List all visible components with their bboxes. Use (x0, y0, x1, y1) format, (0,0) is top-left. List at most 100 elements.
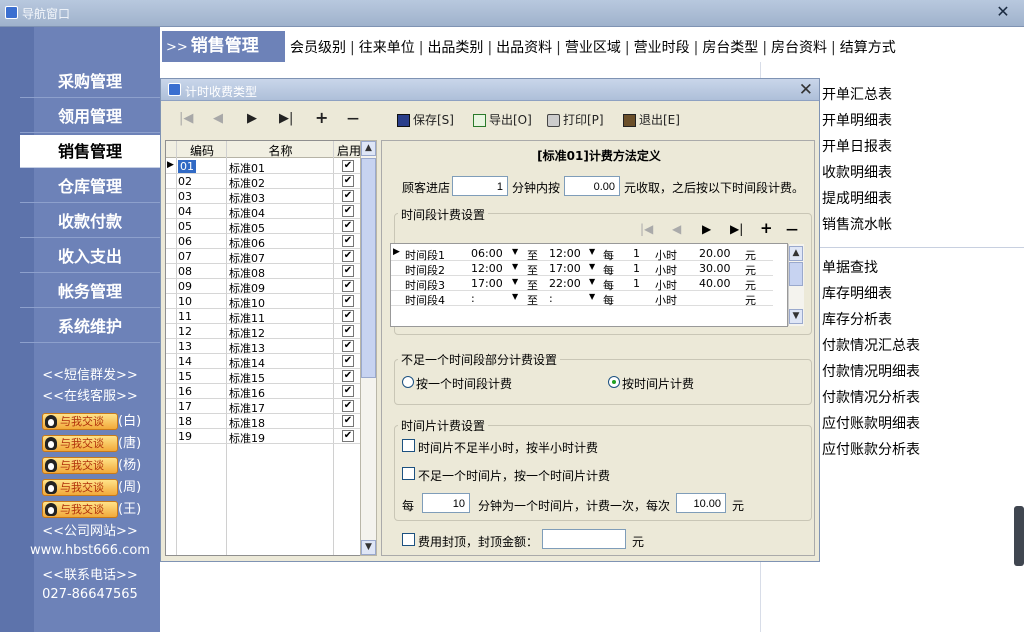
row-enabled-checkbox[interactable]: ✔ (342, 385, 354, 397)
delete-record-button[interactable]: — (347, 111, 359, 125)
row-enabled-checkbox[interactable]: ✔ (342, 430, 354, 442)
scroll-up-icon[interactable]: ▲ (361, 141, 376, 156)
entry-amount-input[interactable] (564, 176, 620, 196)
dropdown-arrow-icon[interactable]: ▼ (589, 247, 595, 256)
segment-qty[interactable]: 1 (633, 247, 640, 260)
scroll-up-icon[interactable]: ▲ (789, 246, 803, 261)
table-row[interactable]: 08 标准08 ✔ (166, 264, 362, 280)
row-enabled-checkbox[interactable]: ✔ (342, 340, 354, 352)
dropdown-arrow-icon[interactable]: ▼ (512, 262, 518, 271)
scroll-thumb[interactable] (361, 158, 376, 378)
report-link[interactable]: 销售流水帐 (822, 214, 892, 234)
save-button[interactable]: 保存[S] (397, 111, 454, 128)
segment-start[interactable]: 12:00 (471, 262, 503, 275)
qq-chat-button[interactable]: 与我交谈 (42, 413, 118, 430)
half-hour-checkbox[interactable] (402, 439, 415, 452)
scroll-down-icon[interactable]: ▼ (789, 309, 803, 324)
scroll-down-icon[interactable]: ▼ (361, 540, 376, 555)
table-row[interactable]: 05 标准05 ✔ (166, 219, 362, 235)
nav-link-partners[interactable]: 往来单位 (359, 40, 415, 56)
segment-start[interactable]: : (471, 292, 475, 305)
table-row[interactable]: 14 标准14 ✔ (166, 354, 362, 370)
row-enabled-checkbox[interactable]: ✔ (342, 400, 354, 412)
segment-row[interactable]: ▶ 时间段1 06:00 至 12:00 每 1 小时 20.00 元 ▼ ▼ (391, 246, 773, 262)
segment-price[interactable]: 30.00 (699, 262, 731, 275)
nav-link-member-level[interactable]: 会员级别 (290, 40, 346, 56)
segment-qty[interactable]: 1 (633, 277, 640, 290)
grid-scrollbar[interactable]: ▲ ▼ (360, 140, 377, 556)
grid-header-code[interactable]: 编码 (178, 142, 226, 159)
report-link[interactable]: 提成明细表 (822, 188, 892, 208)
nav-link-settlement[interactable]: 结算方式 (840, 40, 896, 56)
row-enabled-checkbox[interactable]: ✔ (342, 280, 354, 292)
sidebar-item-warehouse[interactable]: 仓库管理 (20, 170, 160, 203)
segment-qty[interactable]: 1 (633, 262, 640, 275)
nav-link-business-hours[interactable]: 营业时段 (634, 40, 690, 56)
dropdown-arrow-icon[interactable]: ▼ (589, 277, 595, 286)
nav-link-room-type[interactable]: 房台类型 (702, 40, 758, 56)
first-record-button[interactable]: |◀ (179, 111, 193, 126)
nav-link-product-category[interactable]: 出品类别 (427, 40, 483, 56)
window-close-icon[interactable]: ✕ (994, 3, 1012, 21)
dropdown-arrow-icon[interactable]: ▼ (589, 292, 595, 301)
report-link[interactable]: 开单汇总表 (822, 84, 892, 104)
seg-prev-button[interactable]: ◀ (672, 222, 681, 236)
sms-link[interactable]: <<短信群发>> (10, 364, 170, 383)
row-enabled-checkbox[interactable]: ✔ (342, 205, 354, 217)
segment-row[interactable]: 时间段3 17:00 至 22:00 每 1 小时 40.00 元 ▼ ▼ (391, 276, 773, 292)
segment-end[interactable]: 12:00 (549, 247, 581, 260)
exit-button[interactable]: 退出[E] (623, 111, 680, 128)
row-enabled-checkbox[interactable]: ✔ (342, 160, 354, 172)
nav-link-business-area[interactable]: 营业区域 (565, 40, 621, 56)
sidebar-item-system[interactable]: 系统维护 (20, 310, 160, 343)
sidebar-item-accounts[interactable]: 帐务管理 (20, 275, 160, 308)
dropdown-arrow-icon[interactable]: ▼ (589, 262, 595, 271)
table-row[interactable]: 19 标准19 ✔ (166, 429, 362, 445)
seg-first-button[interactable]: |◀ (640, 222, 653, 236)
table-row[interactable]: 04 标准04 ✔ (166, 204, 362, 220)
table-row[interactable]: ▶ 01 标准01 ✔ (166, 159, 362, 175)
row-enabled-checkbox[interactable]: ✔ (342, 325, 354, 337)
table-row[interactable]: 17 标准17 ✔ (166, 399, 362, 415)
table-row[interactable]: 07 标准07 ✔ (166, 249, 362, 265)
sidebar-item-requisition[interactable]: 领用管理 (20, 100, 160, 133)
per-slice-radio[interactable] (608, 376, 620, 388)
report-link[interactable]: 开单日报表 (822, 136, 892, 156)
report-link[interactable]: 付款情况明细表 (822, 361, 920, 381)
row-enabled-checkbox[interactable]: ✔ (342, 310, 354, 322)
qq-chat-button[interactable]: 与我交谈 (42, 435, 118, 452)
scroll-thumb[interactable] (789, 262, 803, 286)
export-button[interactable]: 导出[O] (473, 111, 532, 128)
row-enabled-checkbox[interactable]: ✔ (342, 370, 354, 382)
sidebar-item-payments[interactable]: 收款付款 (20, 205, 160, 238)
report-link[interactable]: 付款情况汇总表 (822, 335, 920, 355)
row-enabled-checkbox[interactable]: ✔ (342, 265, 354, 277)
table-row[interactable]: 13 标准13 ✔ (166, 339, 362, 355)
row-enabled-checkbox[interactable]: ✔ (342, 220, 354, 232)
dropdown-arrow-icon[interactable]: ▼ (512, 292, 518, 301)
sidebar-item-sales[interactable]: 销售管理 (20, 135, 160, 168)
row-enabled-checkbox[interactable]: ✔ (342, 235, 354, 247)
report-link[interactable]: 库存分析表 (822, 309, 892, 329)
per-segment-radio[interactable] (402, 376, 414, 388)
dropdown-arrow-icon[interactable]: ▼ (512, 247, 518, 256)
row-enabled-checkbox[interactable]: ✔ (342, 295, 354, 307)
nav-link-room-data[interactable]: 房台资料 (771, 40, 827, 56)
table-row[interactable]: 18 标准18 ✔ (166, 414, 362, 430)
report-link[interactable]: 库存明细表 (822, 283, 892, 303)
table-row[interactable]: 16 标准16 ✔ (166, 384, 362, 400)
full-slice-checkbox[interactable] (402, 467, 415, 480)
website-link[interactable]: www.hbst666.com (10, 543, 170, 558)
qq-chat-button[interactable]: 与我交谈 (42, 457, 118, 474)
dropdown-arrow-icon[interactable]: ▼ (512, 277, 518, 286)
row-enabled-checkbox[interactable]: ✔ (342, 250, 354, 262)
row-enabled-checkbox[interactable]: ✔ (342, 415, 354, 427)
row-enabled-checkbox[interactable]: ✔ (342, 175, 354, 187)
cap-checkbox[interactable] (402, 533, 415, 546)
slice-minutes-input[interactable] (422, 493, 470, 513)
sidebar-item-purchase[interactable]: 采购管理 (20, 65, 160, 98)
next-record-button[interactable]: ▶ (247, 111, 257, 126)
qq-chat-button[interactable]: 与我交谈 (42, 479, 118, 496)
table-row[interactable]: 02 标准02 ✔ (166, 174, 362, 190)
segment-row[interactable]: 时间段2 12:00 至 17:00 每 1 小时 30.00 元 ▼ ▼ (391, 261, 773, 277)
